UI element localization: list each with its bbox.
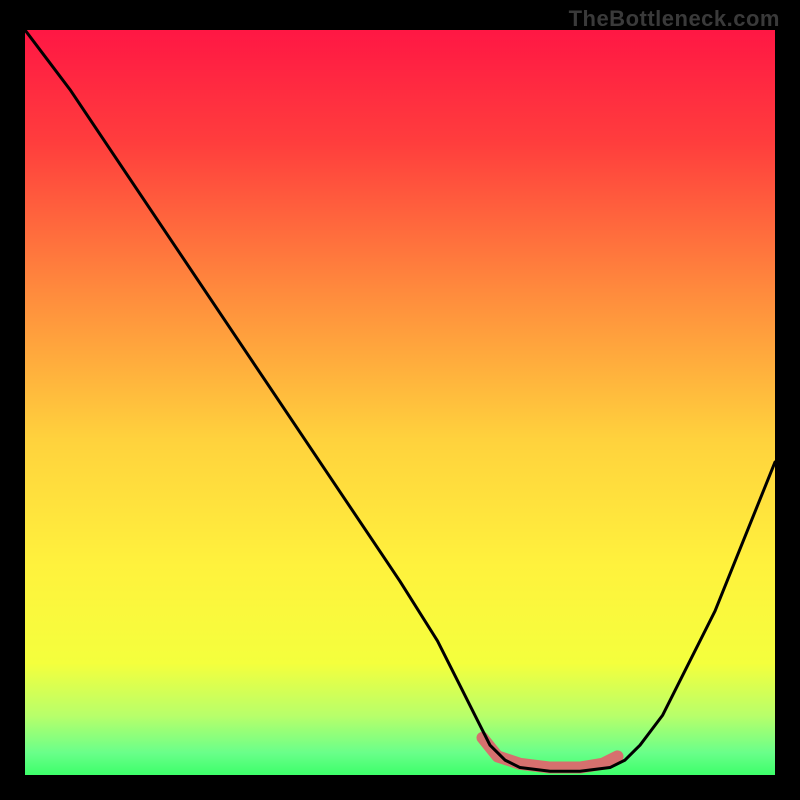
curve-layer xyxy=(25,30,775,775)
highlight-band xyxy=(483,738,618,768)
watermark-text: TheBottleneck.com xyxy=(569,6,780,32)
bottleneck-curve xyxy=(25,30,775,771)
chart-container: TheBottleneck.com xyxy=(0,0,800,800)
plot-area xyxy=(25,30,775,775)
